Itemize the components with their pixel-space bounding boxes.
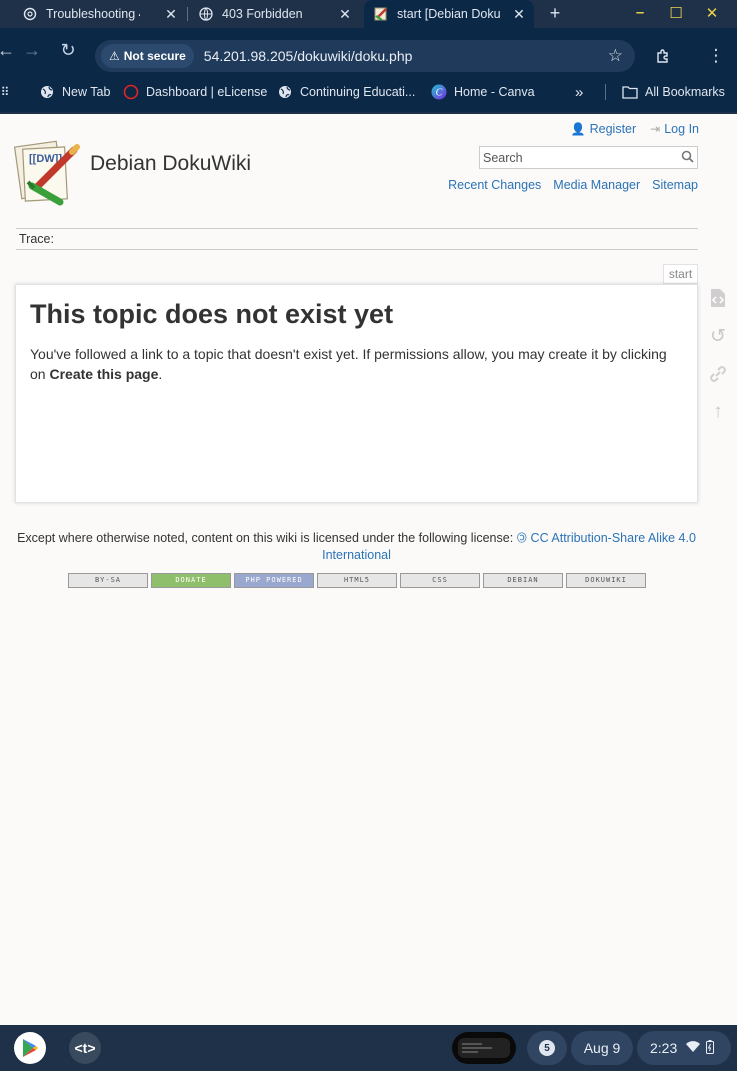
badge-donate[interactable]: DONATE [151, 573, 231, 588]
battery-icon [706, 1039, 715, 1057]
back-to-top-icon[interactable]: ↑ [705, 399, 731, 425]
notification-badge[interactable]: 5 [527, 1031, 567, 1065]
apps-grid-icon[interactable]: ⠿ [0, 84, 20, 100]
search-icon[interactable] [677, 150, 697, 166]
trace-label: Trace: [19, 232, 54, 246]
menu-kebab-icon[interactable]: ⋮ [704, 40, 728, 72]
badge-php-powered[interactable]: PHP POWERED [234, 573, 314, 588]
close-tab-icon[interactable]: ✕ [164, 6, 178, 22]
reload-icon[interactable]: ↻ [58, 40, 78, 60]
badge-debian[interactable]: DEBIAN [483, 573, 563, 588]
bookmarks-bar: ⠿ New Tab Dashboard | eLicense Continuin… [0, 72, 737, 112]
bookmark-label: Continuing Educati... [300, 85, 416, 99]
badge-w3c-html5[interactable]: HTML5 [317, 573, 397, 588]
warning-icon: ⚠ [109, 49, 120, 63]
breadcrumb: Trace: [16, 228, 698, 250]
minimize-icon[interactable]: – [631, 4, 649, 21]
extensions-icon[interactable] [651, 40, 675, 72]
os-shelf: <t> 5 Aug 9 2:23 [0, 1025, 737, 1071]
tab-title: Troubleshooting 40 [46, 7, 140, 21]
address-bar[interactable]: ⚠ Not secure 54.201.98.205/dokuwiki/doku… [95, 40, 635, 72]
maximize-icon[interactable]: ☐ [667, 4, 685, 22]
site-title[interactable]: Debian DokuWiki [90, 152, 251, 176]
bookmark-star-icon[interactable]: ☆ [608, 46, 623, 66]
search-input[interactable]: Search [480, 151, 677, 165]
media-manager-link[interactable]: Media Manager [553, 178, 640, 192]
badge-w3c-css[interactable]: CSS [400, 573, 480, 588]
dokuwiki-icon [373, 6, 389, 22]
tab-start-debian-dokuwiki[interactable]: start [Debian Doku ✕ [364, 0, 534, 28]
backlinks-icon[interactable] [705, 361, 731, 387]
license-footer: Except where otherwise noted, content on… [15, 530, 698, 564]
time-text: 2:23 [650, 1040, 678, 1056]
add-user-icon: 👤 [570, 122, 586, 136]
globe-icon [277, 84, 293, 100]
license-text: Except where otherwise noted, content on… [17, 531, 514, 545]
search-box[interactable]: Search [479, 146, 698, 169]
site-tools: Recent Changes Media Manager Sitemap [448, 178, 698, 192]
register-label: Register [589, 122, 637, 136]
page-content: This topic does not exist yet You've fol… [15, 284, 698, 503]
screen-thumbnail[interactable] [452, 1032, 516, 1064]
page-id-label: start [663, 264, 698, 284]
bookmark-label: Home - Canva [454, 85, 535, 99]
dokuwiki-logo[interactable]: [[DW]] [13, 138, 82, 208]
bookmark-continuing-education[interactable]: Continuing Educati... [277, 84, 415, 100]
wifi-icon [685, 1040, 701, 1056]
globe-icon [198, 6, 214, 22]
tab-403-forbidden[interactable]: 403 Forbidden ✕ [188, 0, 360, 28]
notification-count: 5 [539, 1040, 555, 1056]
close-tab-icon[interactable]: ✕ [512, 6, 526, 22]
bookmark-all-bookmarks[interactable]: All Bookmarks [622, 84, 725, 100]
bookmark-new-tab[interactable]: New Tab [39, 84, 110, 100]
tab-title: 403 Forbidden [222, 7, 303, 21]
wiki-page: 👤 Register ⇥ Log In [[DW]] Debian DokuWiki… [0, 114, 737, 1025]
recent-changes-link[interactable]: Recent Changes [448, 178, 541, 192]
chatgpt-icon [22, 6, 38, 22]
circle-icon [123, 84, 139, 100]
badge-dokuwiki[interactable]: DOKUWIKI [566, 573, 646, 588]
tab-strip: Troubleshooting 40 ✕ 403 Forbidden ✕ sta… [0, 0, 737, 28]
close-window-icon[interactable]: ✕ [703, 4, 721, 22]
login-link[interactable]: ⇥ Log In [650, 122, 699, 136]
canva-icon: C [431, 84, 447, 100]
bookmark-home-canva[interactable]: C Home - Canva [431, 84, 535, 100]
login-icon: ⇥ [650, 122, 661, 136]
user-tools: 👤 Register ⇥ Log In [571, 122, 699, 136]
terminal-app-icon[interactable]: <t> [69, 1032, 101, 1064]
not-secure-chip[interactable]: ⚠ Not secure [101, 44, 194, 68]
old-revisions-icon[interactable]: ↺ [705, 323, 731, 349]
footer-badges: BY-SA DONATE PHP POWERED HTML5 CSS DEBIA… [68, 573, 646, 588]
play-store-icon[interactable] [14, 1032, 46, 1064]
status-tray[interactable]: 2:23 [637, 1031, 731, 1065]
badge-cc-by-sa[interactable]: BY-SA [68, 573, 148, 588]
date-pill[interactable]: Aug 9 [571, 1031, 633, 1065]
new-tab-button[interactable]: + [545, 3, 565, 24]
close-tab-icon[interactable]: ✕ [338, 6, 352, 22]
url-text[interactable]: 54.201.98.205/dokuwiki/doku.php [204, 48, 413, 64]
page-body: You've followed a link to a topic that d… [30, 344, 683, 384]
bookmark-label: Dashboard | eLicense [146, 85, 268, 99]
tab-title: start [Debian Doku [397, 7, 501, 21]
back-arrow-icon[interactable]: ← [0, 40, 16, 60]
globe-icon [39, 84, 55, 100]
page-heading: This topic does not exist yet [30, 299, 394, 329]
body-end: . [158, 366, 163, 382]
bookmark-label: All Bookmarks [645, 85, 725, 99]
show-source-icon[interactable] [705, 285, 731, 311]
create-page-link[interactable]: Create this page [49, 366, 158, 382]
security-label: Not secure [123, 49, 186, 63]
cc-icon: 🄯 [516, 531, 528, 545]
register-link[interactable]: 👤 Register [571, 122, 637, 136]
sitemap-link[interactable]: Sitemap [652, 178, 698, 192]
login-label: Log In [664, 122, 699, 136]
bookmark-label: New Tab [62, 85, 111, 99]
bookmark-dashboard-elicense[interactable]: Dashboard | eLicense [123, 84, 267, 100]
folder-icon [622, 84, 638, 100]
svg-text:C: C [436, 88, 443, 99]
tab-troubleshooting[interactable]: Troubleshooting 40 ✕ [0, 0, 186, 28]
forward-arrow-icon[interactable]: → [22, 40, 42, 60]
more-bookmarks-chevron-icon[interactable]: » [575, 84, 583, 101]
